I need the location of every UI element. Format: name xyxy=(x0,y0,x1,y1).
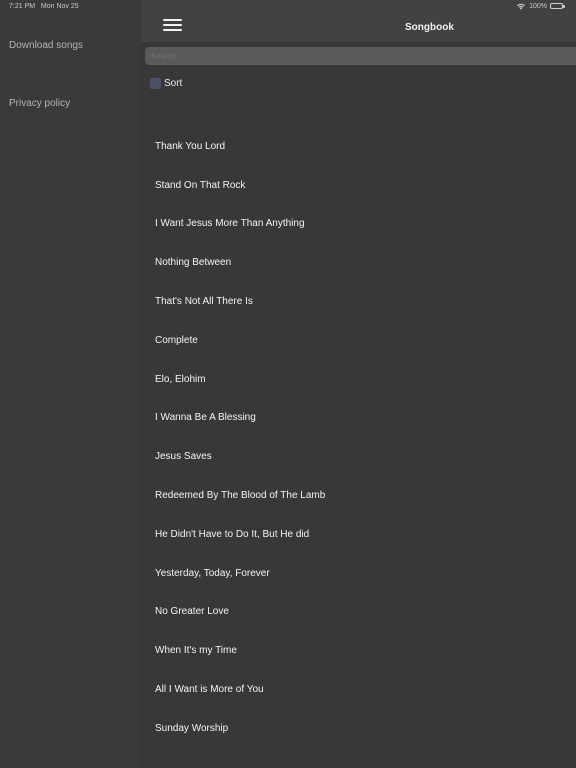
song-list-item[interactable]: When It's my Time xyxy=(141,631,576,670)
battery-icon xyxy=(550,2,566,10)
song-list-item[interactable]: Redeemed By The Blood of The Lamb xyxy=(141,476,576,515)
main-content: Songbook Sort Thank You LordStand On Tha… xyxy=(141,0,576,768)
sidebar-item-privacy-policy[interactable]: Privacy policy xyxy=(9,98,70,109)
battery-percent: 100% xyxy=(529,2,547,10)
sort-icon xyxy=(150,78,161,89)
status-bar: 7:21 PM Mon Nov 25 100% xyxy=(0,0,576,14)
song-list-item[interactable]: I Wanna Be A Blessing xyxy=(141,399,576,438)
sidebar-item-download-songs[interactable]: Download songs xyxy=(9,40,83,51)
sort-label: Sort xyxy=(164,78,183,89)
song-list-item[interactable]: I Want Jesus More Than Anything xyxy=(141,205,576,244)
song-list-item[interactable]: Jesus Saves xyxy=(141,437,576,476)
song-list-item[interactable]: Yesterday, Today, Forever xyxy=(141,554,576,593)
song-list-item[interactable]: No Greater Love xyxy=(141,593,576,632)
status-time: 7:21 PM Mon Nov 25 xyxy=(9,3,79,10)
hamburger-menu-icon[interactable] xyxy=(163,19,182,35)
search-input[interactable] xyxy=(145,47,576,65)
song-list-item[interactable]: Elo, Elohim xyxy=(141,360,576,399)
wifi-icon xyxy=(517,3,526,10)
song-list-item[interactable]: Sunday Worship xyxy=(141,709,576,748)
song-list-item[interactable]: He Didn't Have to Do It, But He did xyxy=(141,515,576,554)
song-list-item[interactable]: That's Not All There Is xyxy=(141,282,576,321)
status-date: Mon Nov 25 xyxy=(40,3,79,10)
song-list-item[interactable]: Complete xyxy=(141,321,576,360)
status-clock: 7:21 PM xyxy=(9,3,36,10)
song-list-item[interactable]: All I Want is More of You xyxy=(141,670,576,709)
song-list: Thank You Lord Stand On That Rock I Want J… xyxy=(141,127,576,748)
song-list-item[interactable]: Thank You Lord xyxy=(141,127,576,166)
sort-button[interactable]: Sort xyxy=(150,78,182,89)
page-title: Songbook xyxy=(405,22,454,33)
song-list-item[interactable]: Nothing Between xyxy=(141,243,576,282)
song-list-item[interactable]: Stand On That Rock xyxy=(141,166,576,205)
status-indicators: 100% xyxy=(516,2,566,10)
sidebar: Download songs Privacy policy xyxy=(0,0,141,768)
